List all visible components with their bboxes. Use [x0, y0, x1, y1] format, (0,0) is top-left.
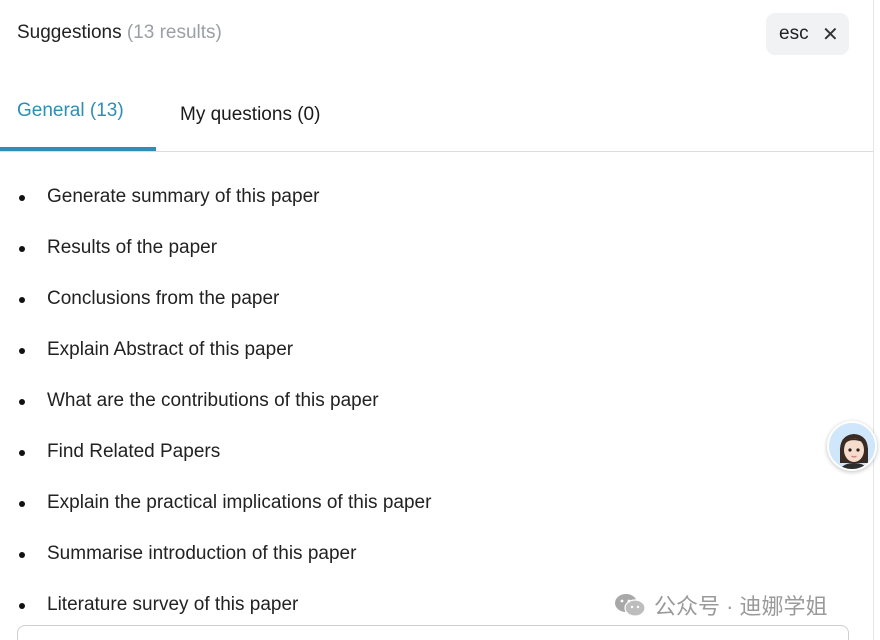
bullet-icon [19, 501, 25, 507]
bullet-icon [19, 348, 25, 354]
bullet-icon [19, 450, 25, 456]
suggestion-item[interactable]: Explain the practical implications of th… [0, 491, 860, 542]
suggestion-list: Generate summary of this paper Results o… [0, 185, 860, 640]
bullet-icon [19, 297, 25, 303]
watermark-text: 公众号 · 迪娜学姐 [654, 594, 828, 619]
assistant-avatar-icon[interactable] [827, 421, 877, 471]
suggestion-item[interactable]: Explain Abstract of this paper [0, 338, 860, 389]
bullet-icon [19, 399, 25, 405]
panel-title: Suggestions [17, 22, 122, 43]
bullet-icon [19, 195, 25, 201]
bullet-icon [19, 603, 25, 609]
tab-general[interactable]: General (13) [17, 100, 124, 122]
active-tab-indicator [0, 147, 156, 151]
suggestion-item[interactable]: Find Related Papers [0, 440, 860, 491]
bullet-icon [19, 246, 25, 252]
tab-my-questions[interactable]: My questions (0) [180, 104, 320, 126]
results-count: (13 results) [126, 22, 222, 43]
esc-close-button[interactable]: esc ✕ [766, 13, 849, 55]
esc-label: esc [779, 23, 809, 44]
suggestion-item[interactable]: Generate summary of this paper [0, 185, 860, 236]
question-input-box[interactable] [17, 625, 849, 640]
suggestion-item[interactable]: Conclusions from the paper [0, 287, 860, 338]
suggestion-item[interactable]: What are the contributions of this paper [0, 389, 860, 440]
bullet-icon [19, 552, 25, 558]
suggestion-item[interactable]: Results of the paper [0, 236, 860, 287]
tab-bar: General (13) My questions (0) [0, 96, 873, 152]
close-icon: ✕ [822, 24, 839, 46]
watermark: 公众号 · 迪娜学姐 [614, 590, 828, 620]
suggestion-item[interactable]: Summarise introduction of this paper [0, 542, 860, 593]
wechat-icon [615, 594, 646, 617]
panel-header: Suggestions (13 results) [17, 22, 222, 44]
suggestions-panel: Suggestions (13 results) esc ✕ General (… [0, 0, 874, 640]
